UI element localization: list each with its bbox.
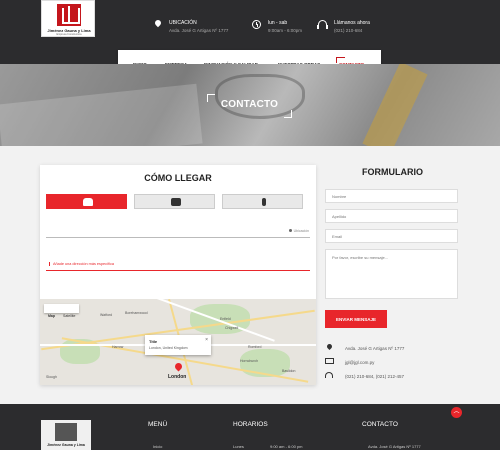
address-input[interactable] [46,237,310,238]
headset-icon [317,20,328,30]
close-icon[interactable]: × [205,337,208,343]
clock-icon [252,20,262,30]
message-textarea[interactable] [325,249,458,299]
directions-card: CÓMO LLEGAR Ubicación Añade una direcció… [40,165,316,385]
footer-contact-address: Avda. José G Artigas Nº 1777 [368,444,421,449]
bus-mode-button[interactable] [134,194,215,209]
map-type-map[interactable]: Map [44,312,59,321]
location-value: Avda. José G Artigas Nº 1777 [169,28,229,33]
map-type-toggle: Map Satellite [44,304,80,318]
map-label: London [168,374,187,380]
form-title: FORMULARIO [362,167,423,177]
footer-menu-title: MENÚ [148,421,168,428]
info-window-subtitle: London, United Kingdom [149,346,188,350]
lastname-input[interactable] [325,209,458,223]
location-pin-icon [153,18,163,30]
car-mode-button[interactable] [46,194,127,209]
car-icon [83,198,93,206]
map-label: Watford [100,313,113,317]
address-label: Ubicación [288,229,309,233]
location-label: UBICACIÓN [169,20,197,26]
chevron-up-icon: ︿ [453,409,460,415]
tape-measure-image [362,64,428,146]
headset-icon [325,372,333,378]
phone-label: Llámanos ahora [334,20,370,26]
envelope-icon [325,358,334,364]
phone-value[interactable]: (021) 210-684 [334,28,362,33]
email-input[interactable] [325,229,458,243]
map-label: Hornchurch [240,359,259,363]
send-message-button[interactable]: ENVIAR MENSAJE [325,310,387,328]
hint-input[interactable] [46,270,310,271]
hours-value: 9:00am - 6:00pm [268,28,303,33]
location-pin-icon [325,342,334,351]
logo-mark [55,423,77,441]
name-input[interactable] [325,189,458,203]
map-label: Slough [46,375,57,379]
map-marker-icon[interactable] [173,361,184,372]
footer-hours-title: HORARIOS [233,421,268,428]
directions-title: CÓMO LLEGAR [144,173,212,183]
address-hint: Añade una dirección más específica [49,262,114,266]
footer-menu-item[interactable]: Inicio [153,444,162,449]
hours-label: lun - sab [268,20,288,26]
footer-logo[interactable]: Jiménez Gauna y Lima [41,420,91,450]
google-map[interactable]: Watford Borehamwood Enfield Chigwell Har… [40,299,316,385]
bus-icon [171,198,181,206]
map-label: Basildon [282,369,296,373]
map-info-window: Title London, United Kingdom × [145,335,211,355]
map-type-satellite[interactable]: Satellite [59,312,79,321]
map-label: Borehamwood [125,311,148,315]
map-label: Romford [248,345,262,349]
info-window-title: Title [149,339,158,344]
walk-mode-button[interactable] [222,194,303,209]
footer-contact-title: CONTACTO [362,421,398,428]
page-title: CONTACTO [207,94,292,118]
logo-mark [57,4,81,26]
footer-logo-name: Jiménez Gauna y Lima [47,443,85,447]
logo-tagline: Empresa Constructora [56,33,82,36]
walking-icon [262,198,266,206]
map-label: Chigwell [225,326,239,330]
map-label: Harrow [112,345,124,349]
footer-hours-day: Lunes [233,444,244,449]
map-label: Enfield [220,317,231,321]
company-logo[interactable]: Jiménez Gauna y Lima Empresa Constructor… [41,0,95,37]
location-pin-icon [288,229,292,232]
footer-hours-time: 9:00 am - 6:00 pm [270,444,303,449]
back-to-top-button[interactable]: ︿ [451,407,462,418]
